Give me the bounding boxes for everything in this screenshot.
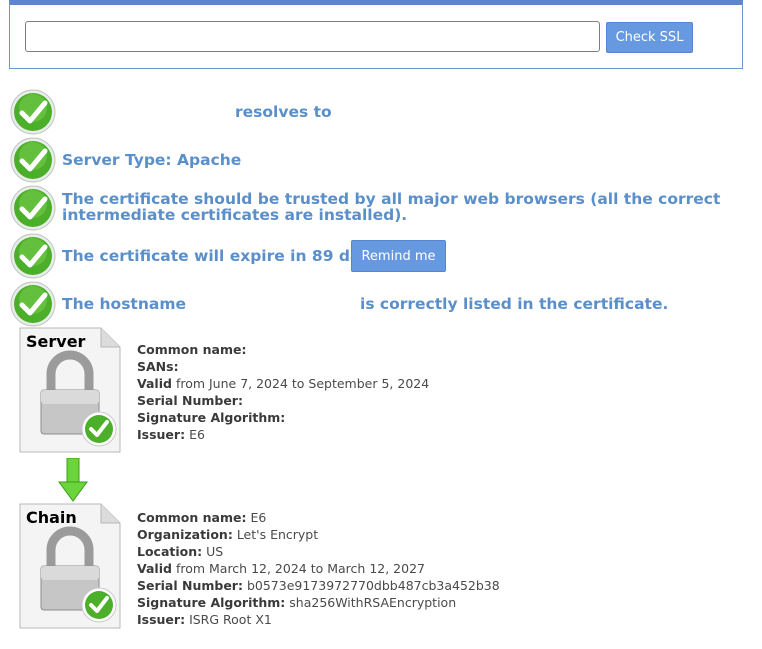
server-certificate-lock-icon: Server	[19, 327, 121, 453]
check-icon	[10, 137, 56, 183]
cert-field: Common name: E6	[137, 510, 267, 525]
hostname-text-before: The hostname	[62, 295, 186, 313]
server-badge: Server	[26, 332, 86, 351]
cert-field: Location: US	[137, 544, 224, 559]
remind-me-button[interactable]: Remind me	[351, 240, 446, 272]
cert-field: Organization: Let's Encrypt	[137, 527, 319, 542]
cert-field: Issuer: ISRG Root X1	[137, 612, 272, 627]
cert-field: Common name:	[137, 342, 247, 357]
ssl-check-panel: Check SSL	[9, 0, 743, 69]
cert-field: Serial Number:	[137, 393, 243, 408]
server-type-text: Server Type: Apache	[62, 151, 242, 169]
cert-field: Signature Algorithm: sha256WithRSAEncryp…	[137, 595, 457, 610]
check-icon	[10, 89, 56, 135]
cert-field: Valid from March 12, 2024 to March 12, 2…	[137, 561, 425, 576]
chain-badge: Chain	[26, 508, 77, 527]
cert-field: Serial Number: b0573e9173972770dbb487cb3…	[137, 578, 500, 593]
cert-field: Issuer: E6	[137, 427, 205, 442]
check-icon	[10, 233, 56, 279]
server-certificate-details: Common name: SANs: Valid from June 7, 20…	[137, 341, 429, 443]
cert-field: Valid from June 7, 2024 to September 5, …	[137, 376, 430, 391]
check-icon	[10, 281, 56, 327]
hostname-input[interactable]	[25, 21, 600, 52]
resolves-to-text: resolves to	[235, 103, 332, 121]
cert-field: SANs:	[137, 359, 179, 374]
expiry-text: The certificate will expire in 89 days.	[62, 247, 386, 265]
check-ssl-button[interactable]: Check SSL	[606, 22, 693, 53]
chain-certificate-details: Common name: E6 Organization: Let's Encr…	[137, 509, 500, 628]
chain-arrow-icon	[58, 458, 88, 502]
trust-text: The certificate should be trusted by all…	[62, 190, 721, 224]
hostname-text-after: is correctly listed in the certificate.	[360, 295, 669, 313]
cert-field: Signature Algorithm:	[137, 410, 286, 425]
chain-certificate-lock-icon: Chain	[19, 503, 121, 629]
check-icon	[10, 185, 56, 231]
